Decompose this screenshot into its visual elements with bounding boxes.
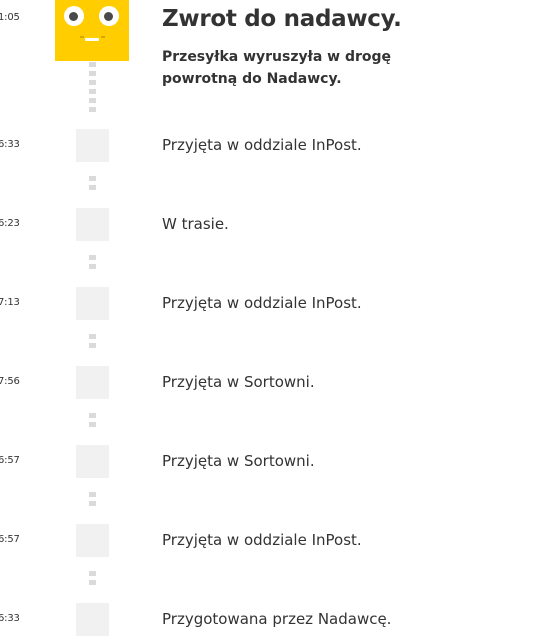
event-label: Przyjęta w oddziale InPost. — [162, 531, 362, 549]
event-marker — [76, 129, 109, 162]
timeline-connector — [89, 492, 96, 510]
event-label: Przyjęta w oddziale InPost. — [162, 294, 362, 312]
timeline-connector — [89, 413, 96, 431]
event-marker — [76, 366, 109, 399]
mouth-icon — [85, 38, 99, 41]
inpost-yellow-face-icon — [55, 0, 129, 61]
event-label: Przygotowana przez Nadawcę. — [162, 610, 392, 628]
event-time: 6:57 — [0, 455, 20, 466]
cheek-left — [80, 36, 84, 38]
timeline-connector — [89, 176, 96, 194]
status-description: Przesyłka wyruszyła w drogę powrotną do … — [162, 49, 392, 87]
event-time: 6:33 — [0, 139, 20, 150]
event-time: 6:33 — [0, 613, 20, 624]
timeline-connector — [89, 334, 96, 352]
right-eye-icon — [99, 6, 119, 26]
status-time: 1:05 — [0, 12, 20, 23]
status-title: Zwrot do nadawcy. — [162, 6, 402, 32]
left-eye-icon — [64, 6, 84, 26]
event-marker — [76, 208, 109, 241]
tracking-timeline: 1:05 Zwrot do nadawcy. Przesyłka wyruszy… — [0, 0, 554, 642]
timeline-connector — [89, 571, 96, 589]
event-label: Przyjęta w oddziale InPost. — [162, 136, 362, 154]
event-label: Przyjęta w Sortowni. — [162, 373, 315, 391]
event-marker — [76, 445, 109, 478]
event-marker — [76, 287, 109, 320]
event-time: 7:13 — [0, 297, 20, 308]
timeline-connector — [89, 255, 96, 273]
event-time: 7:56 — [0, 376, 20, 387]
event-label: Przyjęta w Sortowni. — [162, 452, 315, 470]
event-time: 6:23 — [0, 218, 20, 229]
event-label: W trasie. — [162, 215, 229, 233]
timeline-connector — [89, 62, 96, 116]
event-time: 6:57 — [0, 534, 20, 545]
event-marker — [76, 603, 109, 636]
cheek-right — [101, 36, 105, 38]
event-marker — [76, 524, 109, 557]
